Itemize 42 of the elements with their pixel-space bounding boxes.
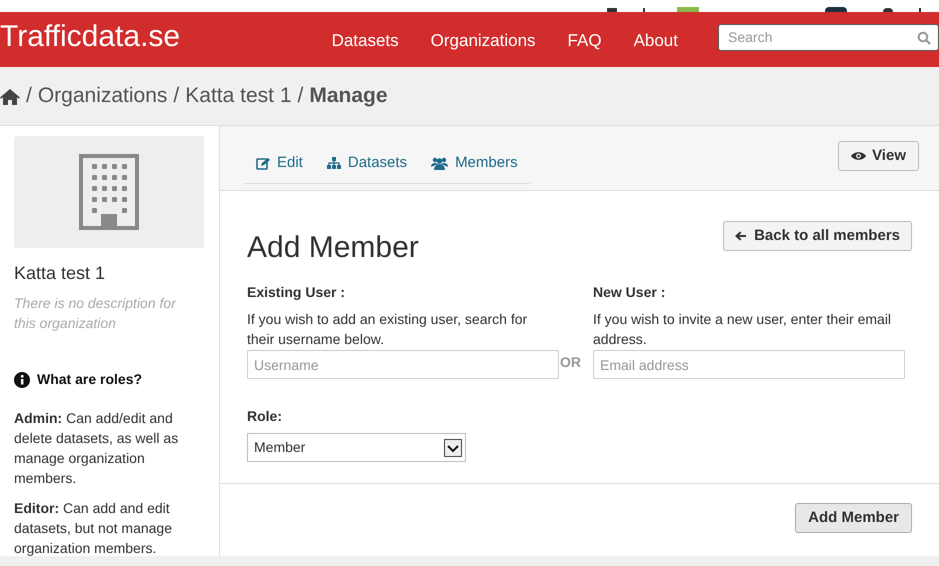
or-label: OR [559, 353, 582, 372]
arrow-left-icon [735, 231, 746, 241]
help-text: If you wish to add an existing user, search for their username below. [247, 310, 528, 349]
breadcrumb-link[interactable]: Katta test 1 [185, 80, 292, 112]
nav-link[interactable]: FAQ [552, 26, 618, 54]
nav-link[interactable]: Datasets [316, 26, 415, 54]
back-button[interactable]: Back to all members [723, 221, 912, 251]
field-label: Existing User : [247, 283, 346, 302]
breadcrumb-separator: / [26, 83, 32, 110]
edit-icon [256, 156, 270, 170]
breadcrumb-link[interactable]: Organizations [38, 80, 168, 112]
breadcrumb-separator: / [173, 83, 180, 110]
field-label: New User : [593, 283, 666, 302]
tab[interactable]: Datasets [314, 145, 420, 181]
username-field[interactable]: Username [247, 350, 559, 379]
help-text: If you wish to invite a new user, enter their email address. [593, 310, 892, 349]
nav-link[interactable]: About [618, 26, 694, 54]
tab[interactable]: Members [419, 145, 530, 181]
organization-description: There is no description for this organization [14, 294, 178, 333]
nav-link[interactable]: Organizations [414, 26, 552, 54]
home-icon[interactable] [0, 88, 20, 104]
add-member-button[interactable]: Add Member [795, 503, 912, 533]
role-description: Editor: Can add and edit datasets, but not manage organization members. [14, 499, 173, 558]
sitemap-icon [326, 156, 341, 170]
search-field[interactable]: Search [718, 24, 939, 50]
chevron-down-icon [444, 438, 462, 456]
field-label: Role: [247, 407, 283, 426]
breadcrumb-current: Manage [309, 83, 388, 110]
roles-heading: What are roles? [37, 370, 142, 389]
organization-title: Katta test 1 [14, 262, 106, 285]
role-description: Admin: Can add/edit and delete datasets, as well as manage organization members. [14, 409, 180, 488]
breadcrumb-separator: / [298, 83, 304, 110]
tab[interactable]: Edit [244, 145, 315, 181]
role-select[interactable]: Member [247, 433, 466, 462]
page-title: Add Member [247, 230, 419, 266]
building-icon [79, 154, 139, 230]
site-logo[interactable]: Trafficdata.se [0, 22, 316, 58]
email-field[interactable]: Email address [593, 350, 905, 379]
users-icon [431, 156, 448, 170]
info-icon [14, 372, 30, 388]
view-button[interactable]: View [838, 141, 919, 171]
eye-icon [851, 151, 866, 161]
